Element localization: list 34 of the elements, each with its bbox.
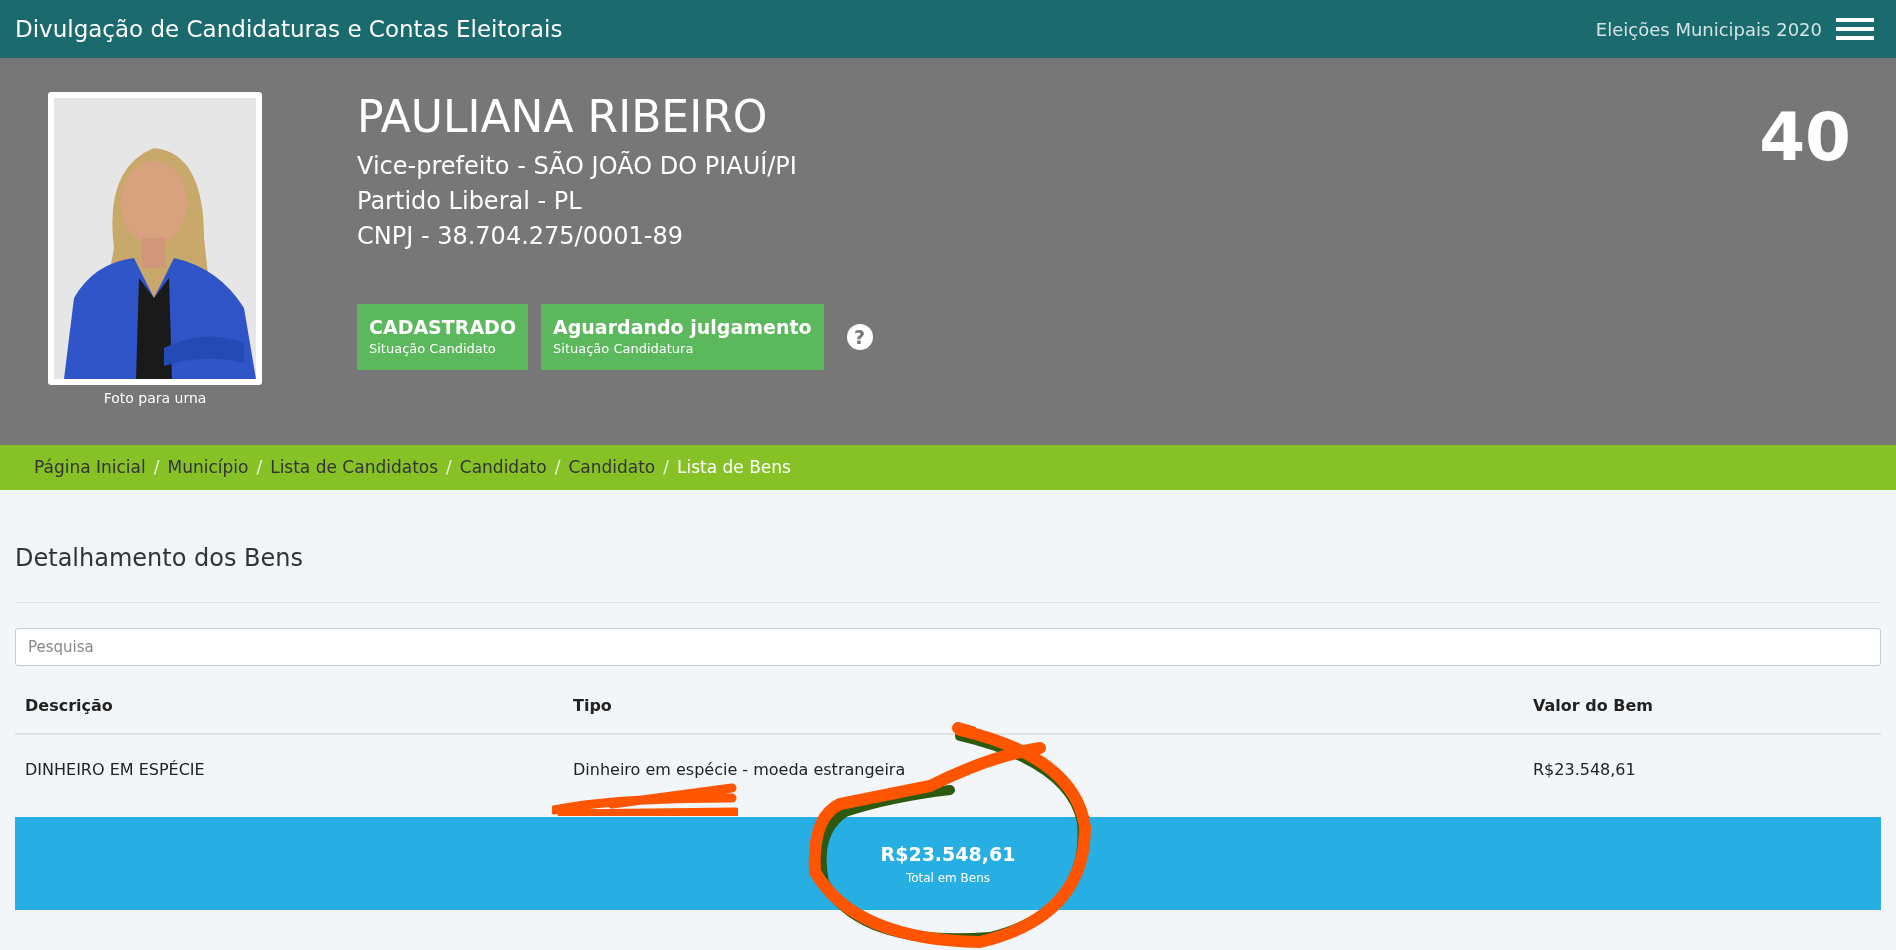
breadcrumb-link[interactable]: Lista de Candidatos	[270, 454, 439, 481]
column-header: Valor do Bem	[1523, 678, 1881, 734]
breadcrumb-separator: /	[445, 455, 453, 479]
column-header: Tipo	[563, 678, 1523, 734]
menu-icon[interactable]	[1836, 18, 1874, 40]
table-cell: Dinheiro em espécie - moeda estrangeira	[563, 734, 1523, 804]
breadcrumb-link[interactable]: Candidato	[459, 454, 547, 481]
section-title: Detalhamento dos Bens	[15, 540, 1881, 603]
candidate-detail: Partido Liberal - PL	[357, 186, 583, 218]
candidate-name: PAULIANA RIBEIRO	[357, 90, 769, 144]
candidate-detail: CNPJ - 38.704.275/0001-89	[357, 221, 684, 253]
breadcrumb-link[interactable]: Município	[167, 454, 249, 481]
total-value: R$23.548,61	[880, 842, 1016, 868]
breadcrumb-separator: /	[662, 455, 670, 479]
breadcrumb-separator: /	[553, 455, 562, 479]
total-label: Total em Bens	[905, 869, 991, 887]
badge-subtitle: Situação Candidatura	[553, 340, 695, 359]
candidate-number: 40	[1759, 98, 1851, 178]
breadcrumb-separator: /	[255, 455, 264, 479]
photo-caption: Foto para urna	[103, 389, 207, 408]
badge-title: Aguardando julgamento	[553, 315, 812, 340]
table-cell: R$23.548,61	[1523, 734, 1881, 804]
breadcrumb-link[interactable]: Candidato	[568, 454, 656, 481]
breadcrumb-link[interactable]: Página Inicial	[34, 454, 146, 481]
badge-subtitle: Situação Candidato	[369, 340, 497, 359]
table-cell: DINHEIRO EM ESPÉCIE	[15, 734, 563, 804]
candidate-detail: Vice-prefeito - SÃO JOÃO DO PIAUÍ/PI	[357, 150, 798, 183]
column-header: Descrição	[15, 678, 563, 734]
breadcrumb-separator: /	[152, 455, 161, 479]
election-label: Eleições Municipais 2020	[1595, 17, 1822, 42]
site-title: Divulgação de Candidaturas e Contas Eleitorais	[15, 14, 563, 44]
badge-title: CADASTRADO	[369, 315, 517, 340]
help-icon[interactable]: ?	[846, 324, 873, 351]
search-field[interactable]: Pesquisa	[15, 628, 1881, 666]
